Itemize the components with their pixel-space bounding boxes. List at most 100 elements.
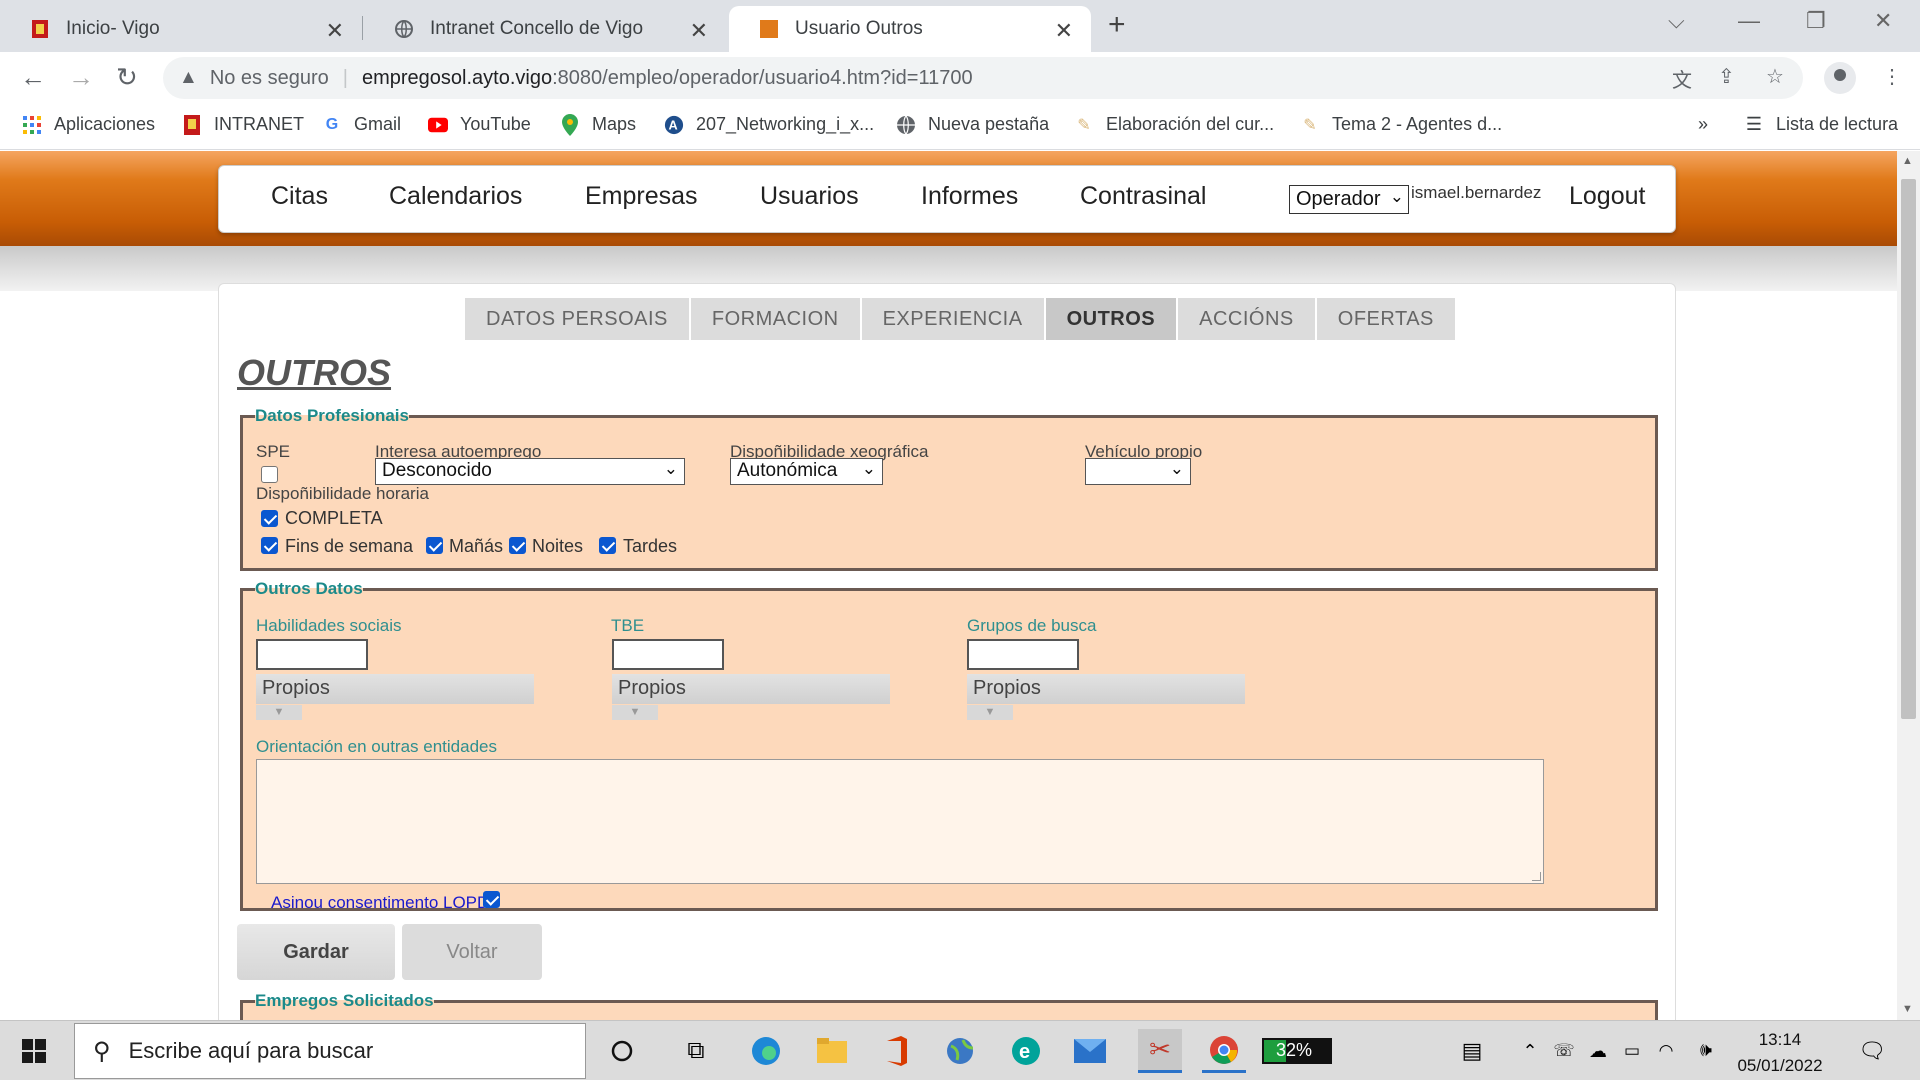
battery-monitor-widget[interactable]: 32%	[1260, 1035, 1334, 1067]
taskbar-search-box[interactable]: ⚲ Escribe aquí para buscar	[74, 1023, 586, 1079]
combo-chevron-icon[interactable]: ▼	[256, 705, 302, 720]
meet-now-icon[interactable]: ☏	[1548, 1035, 1580, 1067]
page-scrollbar[interactable]: ▲ ▼	[1897, 151, 1920, 1020]
back-button[interactable]: Voltar	[402, 924, 542, 980]
browser-toolbar: ← → ↻ ▲ No es seguro | empregosol.ayto.v…	[0, 52, 1920, 104]
xeografica-select[interactable]: Autonómica ⌄	[730, 458, 883, 485]
reading-list-button[interactable]: ☰ Lista de lectura	[1744, 114, 1898, 135]
tab-ofertas[interactable]: OFERTAS	[1316, 298, 1455, 340]
bookmark-maps[interactable]: Maps	[560, 113, 636, 136]
battery-icon[interactable]: ▭	[1616, 1035, 1648, 1067]
translate-icon[interactable]: 文	[1672, 64, 1692, 93]
chevron-up-icon[interactable]: ⌃	[1514, 1035, 1546, 1067]
mail-icon[interactable]	[1074, 1035, 1106, 1067]
new-tab-plus-icon[interactable]: +	[1108, 8, 1126, 42]
grupos-input[interactable]	[967, 639, 1079, 670]
back-arrow-icon[interactable]: ←	[20, 62, 46, 93]
tardes-checkbox[interactable]	[599, 537, 616, 554]
bookmark-star-icon[interactable]: ☆	[1766, 64, 1784, 89]
combo-value: Propios	[618, 677, 686, 699]
spe-checkbox[interactable]	[261, 466, 278, 483]
profile-avatar-icon[interactable]	[1824, 62, 1856, 94]
window-close-icon[interactable]: ✕	[1874, 8, 1892, 34]
volume-icon[interactable]: 🕪	[1690, 1035, 1722, 1067]
reload-icon[interactable]: ↻	[116, 62, 138, 93]
tab-search-chevron-icon[interactable]: ⌵	[1668, 8, 1685, 34]
network-globe-icon[interactable]	[944, 1035, 976, 1067]
restore-icon[interactable]: ❐	[1806, 8, 1826, 34]
close-tab-icon[interactable]: ✕	[690, 18, 708, 44]
chrome-icon[interactable]	[1202, 1029, 1246, 1073]
onedrive-cloud-icon[interactable]: ☁	[1582, 1035, 1614, 1067]
save-button[interactable]: Gardar	[237, 924, 395, 980]
fieldset-legend: Outros Datos	[255, 579, 363, 598]
browser-tab[interactable]: Inicio- Vigo ✕	[0, 6, 362, 52]
logout-link[interactable]: Logout	[1569, 182, 1645, 211]
edge-icon[interactable]	[750, 1035, 782, 1067]
bookmark-networking[interactable]: A 207_Networking_i_x...	[664, 114, 874, 135]
tab-outros[interactable]: OUTROS	[1045, 298, 1177, 340]
kebab-menu-icon[interactable]: ⋮	[1882, 64, 1902, 89]
scrollbar-thumb[interactable]	[1901, 179, 1916, 719]
bookmark-youtube[interactable]: YouTube	[428, 114, 531, 135]
bookmark-new-tab[interactable]: Nueva pestaña	[896, 114, 1049, 135]
tbe-input[interactable]	[612, 639, 724, 670]
completa-checkbox[interactable]	[261, 510, 278, 527]
browser-tab-active[interactable]: Usuario Outros ✕	[729, 6, 1091, 52]
habilidades-input[interactable]	[256, 639, 368, 670]
wifi-icon[interactable]: ◠	[1650, 1035, 1682, 1067]
browser-tab[interactable]: Intranet Concello de Vigo ✕	[364, 6, 726, 52]
role-select[interactable]: Operador ⌄	[1289, 185, 1409, 214]
orientacion-textarea[interactable]	[256, 759, 1544, 884]
notifications-icon[interactable]: 🗨	[1856, 1035, 1888, 1067]
close-tab-icon[interactable]: ✕	[326, 18, 344, 44]
security-label: No es seguro	[209, 66, 329, 89]
menu-calendarios[interactable]: Calendarios	[389, 182, 522, 211]
vehiculo-select[interactable]: ⌄	[1085, 458, 1191, 485]
bookmark-gmail[interactable]: G Gmail	[322, 114, 401, 135]
address-bar[interactable]: ▲ No es seguro | empregosol.ayto.vigo :8…	[163, 57, 1803, 99]
bookmark-apps[interactable]: Aplicaciones	[22, 114, 155, 135]
combo-chevron-icon[interactable]: ▼	[967, 705, 1013, 720]
tab-accions[interactable]: ACCIÓNS	[1178, 298, 1315, 340]
autoemprego-value: Desconocido	[382, 460, 492, 481]
tab-formacion[interactable]: FORMACION	[690, 298, 860, 340]
scroll-down-arrow-icon[interactable]: ▼	[1902, 1003, 1913, 1015]
menu-contrasinal[interactable]: Contrasinal	[1080, 182, 1206, 211]
forward-arrow-icon[interactable]: →	[68, 62, 94, 93]
tab-experiencia[interactable]: EXPERIENCIA	[861, 298, 1044, 340]
menu-citas[interactable]: Citas	[271, 182, 328, 211]
windows-start-icon[interactable]	[18, 1035, 50, 1067]
noites-checkbox[interactable]	[509, 537, 526, 554]
close-tab-icon[interactable]: ✕	[1055, 18, 1073, 44]
tbe-combo[interactable]: Propios	[612, 674, 890, 704]
reading-list-icon: ☰	[1745, 114, 1763, 134]
scroll-up-arrow-icon[interactable]: ▲	[1902, 155, 1913, 167]
habilidades-combo[interactable]: Propios	[256, 674, 534, 704]
bookmark-intranet[interactable]: INTRANET	[182, 114, 304, 135]
bookmarks-bar: Aplicaciones INTRANET G Gmail YouTube Ma…	[0, 104, 1920, 150]
task-view-icon[interactable]: ⧉	[680, 1035, 712, 1067]
file-explorer-icon[interactable]	[816, 1035, 848, 1067]
news-widget-icon[interactable]: ▤	[1456, 1035, 1488, 1067]
bookmark-elaboracion[interactable]: ✎ Elaboración del cur...	[1074, 114, 1274, 135]
share-icon[interactable]: ⇪	[1718, 64, 1735, 89]
menu-usuarios[interactable]: Usuarios	[760, 182, 859, 211]
fins-semana-checkbox[interactable]	[261, 537, 278, 554]
office-icon[interactable]	[880, 1035, 912, 1067]
bookmarks-overflow-button[interactable]: »	[1698, 114, 1708, 135]
snipping-tool-icon[interactable]: ✂	[1138, 1029, 1182, 1073]
bookmark-tema2[interactable]: ✎ Tema 2 - Agentes d...	[1300, 114, 1502, 135]
minimize-icon[interactable]: —	[1738, 8, 1760, 34]
cortana-circle-icon[interactable]	[606, 1035, 638, 1067]
grupos-combo[interactable]: Propios	[967, 674, 1245, 704]
taskbar-clock[interactable]: 13:14 05/01/2022	[1720, 1027, 1840, 1079]
manas-checkbox[interactable]	[426, 537, 443, 554]
lopd-checkbox[interactable]	[483, 891, 500, 908]
tab-datos-persoais[interactable]: DATOS PERSOAIS	[465, 298, 689, 340]
edupage-icon[interactable]: e	[1010, 1035, 1042, 1067]
menu-empresas[interactable]: Empresas	[585, 182, 698, 211]
combo-chevron-icon[interactable]: ▼	[612, 705, 658, 720]
autoemprego-select[interactable]: Desconocido ⌄	[375, 458, 685, 485]
menu-informes[interactable]: Informes	[921, 182, 1018, 211]
